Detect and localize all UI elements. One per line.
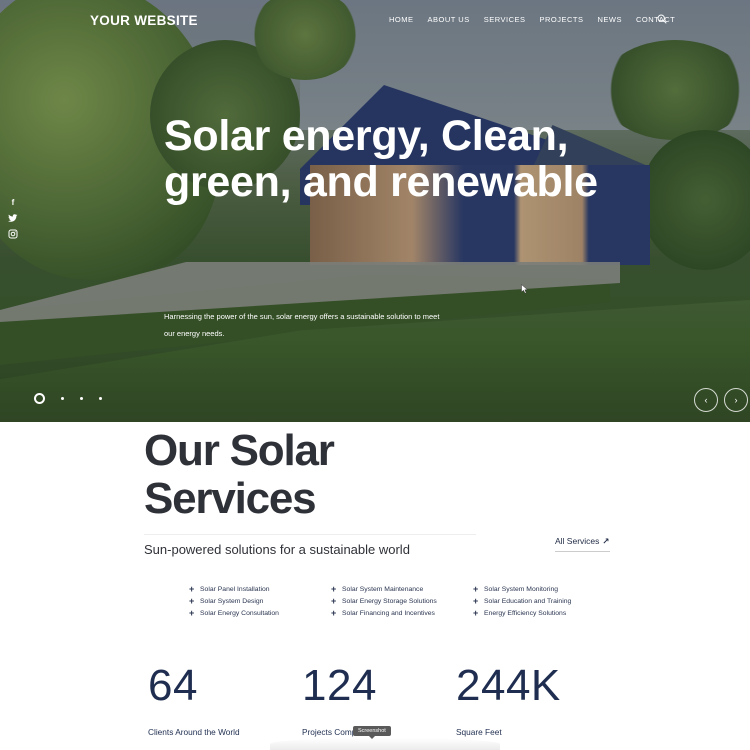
arrow-up-right-icon: ↗ — [602, 536, 610, 546]
plus-icon: + — [473, 596, 479, 606]
services-title-line: Services — [144, 474, 317, 523]
hero-overlay — [0, 0, 750, 422]
service-label: Solar System Maintenance — [342, 586, 424, 593]
all-services-label: All Services — [555, 536, 600, 546]
dock-shadow — [270, 738, 500, 750]
stat-value-square-feet: 244K — [456, 661, 561, 710]
nav-about-us[interactable]: ABOUT US — [428, 15, 470, 24]
services-subtitle: Sun-powered solutions for a sustainable … — [144, 542, 410, 557]
nav-contact[interactable]: CONTACT — [636, 15, 675, 24]
nav-projects[interactable]: PROJECTS — [540, 15, 584, 24]
service-item[interactable]: + Energy Efficiency Solutions — [473, 609, 571, 618]
services-title: Our Solar Services — [144, 426, 335, 523]
slider-prev-button[interactable]: ‹ — [694, 388, 718, 412]
service-label: Solar System Design — [200, 598, 264, 605]
plus-icon: + — [189, 608, 195, 618]
service-item[interactable]: + Solar Panel Installation — [189, 585, 279, 594]
service-label: Solar System Monitoring — [484, 586, 559, 593]
search-icon[interactable] — [657, 14, 667, 24]
service-label: Solar Energy Consultation — [200, 610, 279, 617]
chevron-left-icon: ‹ — [704, 395, 708, 405]
hero-title: Solar energy, Clean, green, and renewabl… — [164, 112, 598, 206]
service-label: Energy Efficiency Solutions — [484, 610, 567, 617]
hero-section: YOUR WEBSITE HOME ABOUT US SERVICES PROJ… — [0, 0, 750, 422]
service-label: Solar Financing and Incentives — [342, 610, 435, 617]
slider-dot[interactable] — [80, 397, 83, 400]
twitter-icon[interactable] — [8, 214, 18, 223]
service-label: Solar Energy Storage Solutions — [342, 598, 437, 605]
plus-icon: + — [473, 608, 479, 618]
screenshot-tooltip: Screenshot — [353, 726, 391, 739]
service-item[interactable]: + Solar Financing and Incentives — [331, 609, 437, 618]
slider-dot-active[interactable] — [34, 393, 45, 404]
stat-value-clients: 64 — [148, 661, 198, 710]
social-links: f — [8, 198, 18, 239]
service-item[interactable]: + Solar System Maintenance — [331, 585, 437, 594]
site-logo[interactable]: YOUR WEBSITE — [90, 13, 198, 28]
nav-menu: HOME ABOUT US SERVICES PROJECTS NEWS CON… — [389, 15, 675, 24]
slider-pagination — [34, 393, 102, 404]
hero-subtitle: Harnessing the power of the sun, solar e… — [164, 312, 440, 338]
service-label: Solar Education and Training — [484, 598, 572, 605]
service-label: Solar Panel Installation — [200, 586, 270, 593]
plus-icon: + — [331, 608, 337, 618]
mouse-cursor-icon — [521, 284, 529, 294]
stat-label-square-feet: Square Feet — [456, 727, 502, 737]
stat-label-clients: Clients Around the World — [148, 727, 240, 737]
instagram-icon[interactable] — [8, 229, 18, 239]
slider-dot[interactable] — [61, 397, 64, 400]
service-item[interactable]: + Solar System Monitoring — [473, 585, 571, 594]
top-nav: YOUR WEBSITE HOME ABOUT US SERVICES PROJ… — [0, 0, 750, 40]
nav-news[interactable]: NEWS — [598, 15, 623, 24]
plus-icon: + — [189, 596, 195, 606]
service-item[interactable]: + Solar Energy Consultation — [189, 609, 279, 618]
stat-value-projects: 124 — [302, 661, 377, 710]
service-column: + Solar System Monitoring + Solar Educatio… — [473, 585, 571, 618]
divider — [144, 534, 476, 535]
services-title-line: Our Solar — [144, 426, 335, 475]
slider-dot[interactable] — [99, 397, 102, 400]
service-item[interactable]: + Solar Energy Storage Solutions — [331, 597, 437, 606]
plus-icon: + — [473, 584, 479, 594]
slider-next-button[interactable]: › — [724, 388, 748, 412]
service-item[interactable]: + Solar System Design — [189, 597, 279, 606]
plus-icon: + — [189, 584, 195, 594]
service-column: + Solar System Maintenance + Solar Energy … — [331, 585, 437, 618]
nav-home[interactable]: HOME — [389, 15, 414, 24]
nav-services[interactable]: SERVICES — [484, 15, 526, 24]
plus-icon: + — [331, 596, 337, 606]
facebook-icon[interactable]: f — [8, 198, 18, 208]
chevron-right-icon: › — [734, 395, 738, 405]
service-column: + Solar Panel Installation + Solar System … — [189, 585, 279, 618]
all-services-link[interactable]: All Services ↗ — [555, 536, 610, 552]
plus-icon: + — [331, 584, 337, 594]
service-item[interactable]: + Solar Education and Training — [473, 597, 571, 606]
